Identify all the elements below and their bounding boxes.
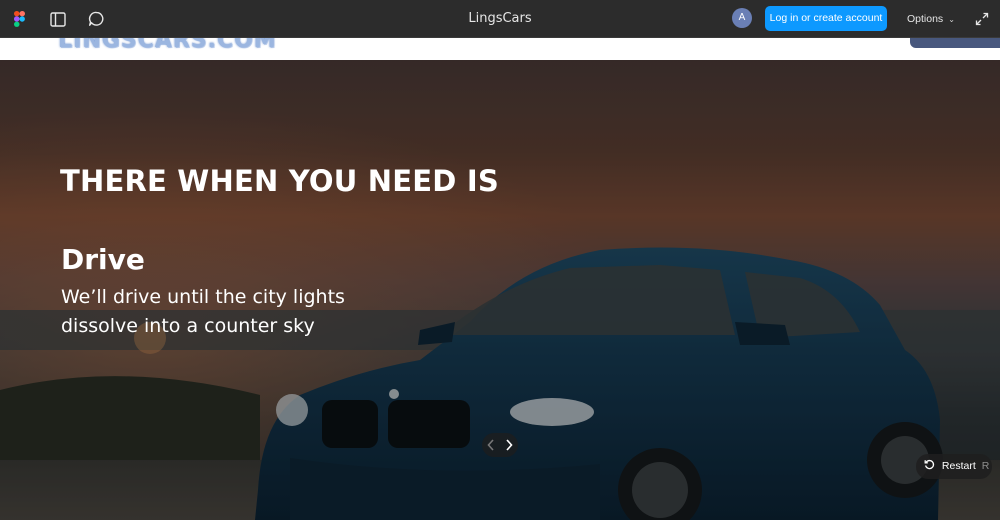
hero-headline: THERE WHEN YOU NEED IS xyxy=(60,164,499,198)
site-logo[interactable]: LINGSCARS.COM xyxy=(58,38,277,53)
chevron-down-icon: ⌄ xyxy=(948,15,955,24)
options-menu[interactable]: Options ⌄ xyxy=(907,9,955,29)
restart-button[interactable]: Restart R xyxy=(916,454,992,479)
site-header: LINGSCARS.COM xyxy=(0,38,1000,60)
restart-icon xyxy=(924,459,942,472)
comment-icon[interactable] xyxy=(86,9,106,29)
restart-shortcut: R xyxy=(981,460,990,472)
sidebar-panel-icon[interactable] xyxy=(48,9,68,29)
hero-description: We’ll drive until the city lights dissol… xyxy=(61,286,345,337)
chevron-right-icon[interactable] xyxy=(505,436,513,455)
chevron-left-icon[interactable] xyxy=(487,436,495,455)
prototype-toolbar: LingsCars A Log in or create account Opt… xyxy=(0,0,1000,38)
login-button[interactable]: Log in or create account xyxy=(765,6,887,31)
header-menu-button[interactable] xyxy=(910,38,1000,48)
prototype-nav xyxy=(482,433,518,457)
fullscreen-expand-icon[interactable] xyxy=(972,9,992,29)
figma-logo-icon[interactable] xyxy=(9,9,29,29)
restart-label: Restart xyxy=(941,460,976,472)
hero-subtitle: Drive xyxy=(61,243,145,276)
options-label: Options xyxy=(907,13,944,25)
avatar[interactable]: A xyxy=(732,8,752,28)
